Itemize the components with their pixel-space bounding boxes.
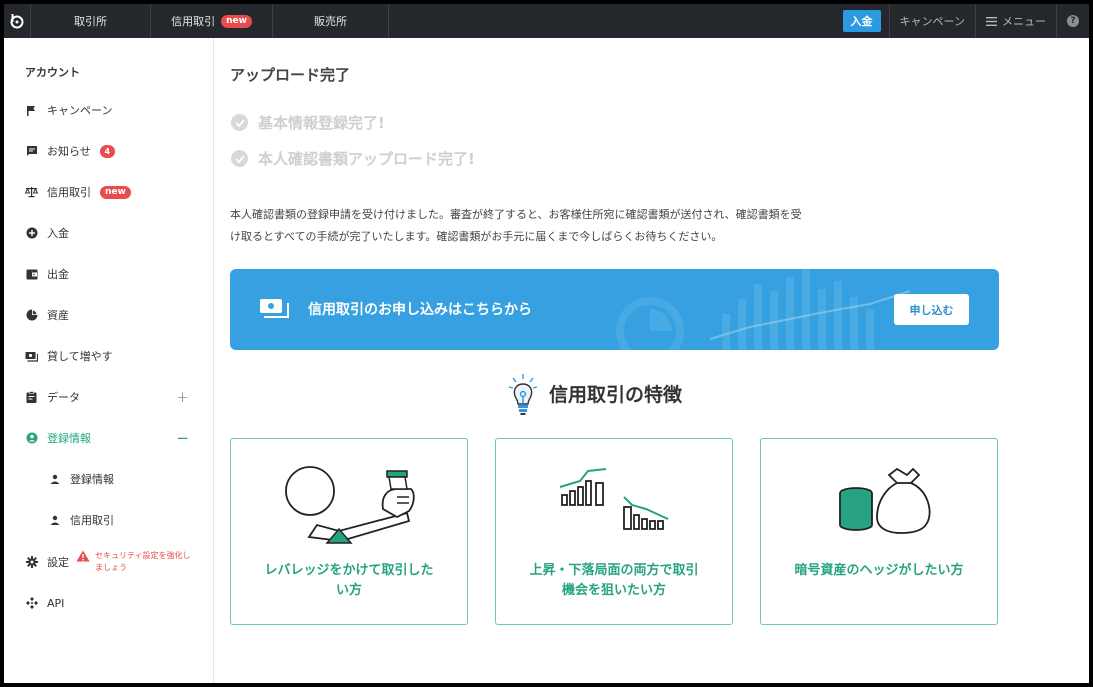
top-right-controls: 入金 キャンペーン メニュー ? [842, 4, 1089, 38]
coins-and-bag-illustration [839, 467, 931, 534]
card-label-line: 暗号資産のヘッジがしたい方 [794, 563, 964, 578]
feature-card-hedge: 暗号資産のヘッジがしたい方 [760, 438, 998, 625]
feature-card-label: 上昇・下落局面の両方で取引 機会を狙いたい方 [516, 561, 712, 601]
scale-icon [25, 186, 38, 199]
sidebar-item-label: データ [47, 391, 80, 404]
check-circle-icon [231, 150, 248, 167]
check-circle-icon [231, 114, 248, 131]
up-down-chart-illustration [559, 468, 669, 530]
completion-description: 本人確認書類の登録申請を受け付けました。審査が終了すると、お客様住所宛に確認書類… [230, 204, 870, 248]
sidebar-item-label: 貸して増やす [47, 350, 113, 363]
feature-card-label: レバレッジをかけて取引した い方 [251, 561, 447, 601]
feature-card-two-way: 上昇・下落局面の両方で取引 機会を狙いたい方 [495, 438, 733, 625]
sidebar-item-data[interactable]: データ + [25, 388, 201, 406]
card-label-line: い方 [335, 583, 362, 598]
completion-item-label: 本人確認書類アップロード完了! [258, 150, 475, 168]
sidebar-item-registration[interactable]: 登録情報 − [25, 429, 201, 447]
person-icon [48, 514, 61, 527]
sidebar-item-label: 入金 [47, 227, 69, 240]
nav-store[interactable]: 販売所 [273, 4, 389, 38]
sidebar-item-label: 信用取引 [47, 186, 91, 199]
help-button[interactable]: ? [1056, 4, 1089, 38]
margin-application-banner[interactable]: 信用取引のお申し込みはこちらから 申し込む [230, 269, 999, 350]
nav-margin-trading[interactable]: 信用取引 new [151, 4, 273, 38]
sidebar-item-label: キャンペーン [47, 104, 113, 117]
api-icon [25, 597, 38, 610]
sidebar-item-settings[interactable]: 設定 [25, 553, 69, 571]
notification-count-badge: 4 [99, 144, 115, 158]
completion-item-label: 基本情報登録完了! [258, 114, 385, 132]
new-badge: new [100, 185, 131, 199]
feature-card-label: 暗号資産のヘッジがしたい方 [781, 561, 977, 581]
security-warning[interactable]: セキュリティ設定を強化しましょう [76, 550, 195, 574]
card-label-line: 上昇・下落局面の両方で取引 [529, 563, 699, 578]
app-frame: 取引所 信用取引 new 販売所 入金 キャンペーン メニュー ? アカウント [4, 4, 1089, 683]
person-icon [48, 473, 61, 486]
expand-icon[interactable]: + [176, 388, 189, 406]
pie-chart-icon [25, 309, 38, 322]
nav-exchange-label: 取引所 [74, 15, 107, 28]
sidebar-item-label: 登録情報 [47, 432, 91, 445]
completion-item: 本人確認書類アップロード完了! [231, 148, 475, 169]
description-line: け取るとすべての手続が完了いたします。確認書類がお手元に届くまで今しばらくお待ち… [230, 230, 723, 243]
sidebar-item-label: 登録情報 [70, 473, 114, 486]
security-warning-text: セキュリティ設定を強化しましょう [95, 551, 191, 572]
apply-button[interactable]: 申し込む [894, 294, 969, 325]
nav-exchange[interactable]: 取引所 [31, 4, 151, 38]
collapse-icon[interactable]: − [176, 429, 189, 447]
sidebar-item-campaign[interactable]: キャンペーン [25, 101, 112, 119]
nav-margin-trading-label: 信用取引 [171, 15, 216, 28]
help-icon: ? [1067, 15, 1079, 27]
account-circle-icon [25, 432, 38, 445]
completion-item: 基本情報登録完了! [231, 112, 385, 133]
sidebar-item-label: 出金 [47, 268, 69, 281]
sidebar-item-label: API [47, 596, 65, 610]
sidebar-item-label: 資産 [47, 309, 69, 322]
clipboard-icon [25, 391, 38, 404]
bitbank-logo-icon[interactable] [4, 4, 31, 38]
card-label-line: レバレッジをかけて取引した [264, 563, 434, 578]
top-navigation-bar: 取引所 信用取引 new 販売所 入金 キャンペーン メニュー ? [4, 4, 1089, 38]
sidebar-item-deposit[interactable]: 入金 [25, 224, 69, 242]
flag-icon [25, 104, 38, 117]
sidebar-item-lending[interactable]: 貸して増やす [25, 347, 113, 365]
leverage-illustration [285, 466, 415, 544]
section-title: 信用取引の特徴 [549, 384, 683, 406]
sidebar-item-withdraw[interactable]: 出金 [25, 265, 69, 283]
plus-circle-icon [25, 227, 38, 240]
campaign-link-label: キャンペーン [899, 15, 965, 28]
sidebar-item-label: お知らせ [47, 145, 91, 158]
banner-text: 信用取引のお申し込みはこちらから [308, 302, 532, 318]
gear-icon [25, 556, 38, 569]
sidebar-subitem-registration[interactable]: 登録情報 [48, 470, 114, 488]
sidebar-item-assets[interactable]: 資産 [25, 306, 69, 324]
account-sidebar: アカウント キャンペーン お知らせ 4 信用取引 new 入金 出金 資産 貸し… [4, 38, 214, 683]
hamburger-icon [986, 16, 997, 26]
sidebar-subitem-margin[interactable]: 信用取引 [48, 511, 114, 529]
deposit-button[interactable]: 入金 [842, 10, 881, 32]
sidebar-item-label: 信用取引 [70, 514, 114, 527]
page-title: アップロード完了 [230, 66, 351, 84]
sidebar-item-label: 設定 [47, 556, 69, 569]
sidebar-item-notices[interactable]: お知らせ 4 [25, 142, 115, 160]
sidebar-item-margin[interactable]: 信用取引 new [25, 183, 131, 201]
warning-icon [76, 550, 90, 562]
message-icon [25, 145, 38, 158]
sidebar-title: アカウント [25, 66, 80, 79]
lend-icon [25, 350, 38, 363]
sidebar-item-api[interactable]: API [25, 594, 64, 612]
wallet-icon [25, 268, 38, 281]
nav-store-label: 販売所 [314, 15, 347, 28]
menu-button-label: メニュー [1002, 15, 1046, 28]
menu-button[interactable]: メニュー [975, 4, 1056, 38]
card-label-line: 機会を狙いたい方 [561, 583, 666, 598]
lightbulb-icon [508, 374, 538, 415]
campaign-link[interactable]: キャンペーン [888, 4, 975, 38]
new-badge: new [221, 14, 252, 28]
description-line: 本人確認書類の登録申請を受け付けました。審査が終了すると、お客様住所宛に確認書類… [230, 208, 802, 221]
feature-card-leverage: レバレッジをかけて取引した い方 [230, 438, 468, 625]
main-content: アップロード完了 基本情報登録完了! 本人確認書類アップロード完了! 本人確認書… [215, 38, 1089, 683]
